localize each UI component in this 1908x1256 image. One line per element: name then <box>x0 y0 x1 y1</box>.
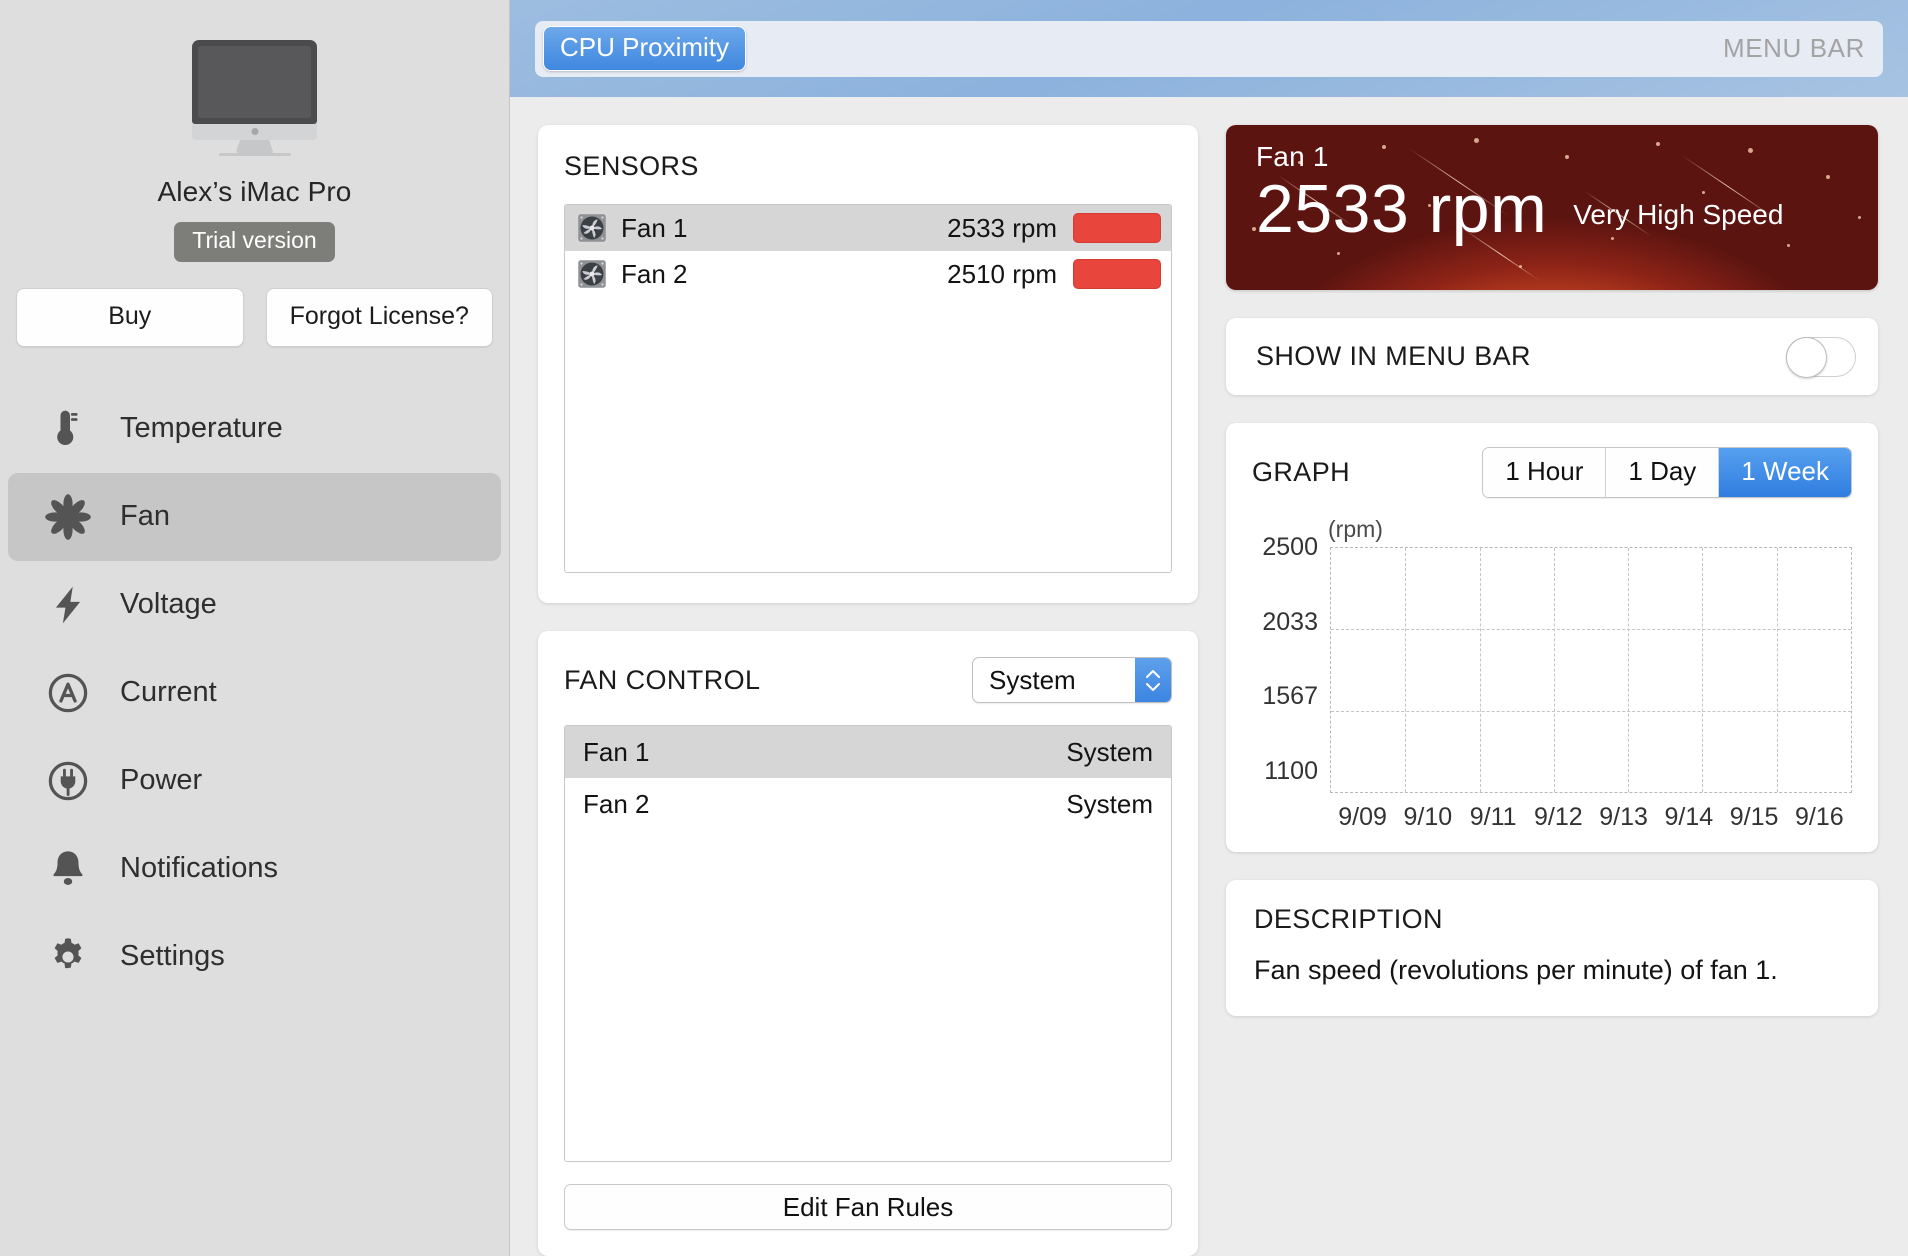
fan-icon <box>577 259 607 289</box>
range-1-hour[interactable]: 1 Hour <box>1483 448 1607 497</box>
sensor-level-bar <box>1073 213 1161 243</box>
range-1-day[interactable]: 1 Day <box>1606 448 1720 497</box>
trial-badge: Trial version <box>174 222 335 262</box>
sidebar-item-power[interactable]: Power <box>8 737 501 825</box>
stepper-chevrons-icon[interactable] <box>1135 658 1171 702</box>
x-tick: 9/12 <box>1534 803 1583 831</box>
x-tick: 9/10 <box>1403 803 1453 831</box>
table-row[interactable]: Fan 2 System <box>565 778 1171 830</box>
power-plug-icon <box>36 749 100 813</box>
sidebar-nav: Temperature Fan Voltage Current Power No… <box>0 385 509 1001</box>
x-tick: 9/14 <box>1664 803 1714 831</box>
fan-name: Fan 2 <box>583 788 650 819</box>
fan-name: Fan 1 <box>583 736 650 767</box>
time-range-segmented-control[interactable]: 1 Hour 1 Day 1 Week <box>1482 447 1852 498</box>
x-tick: 9/15 <box>1729 803 1779 831</box>
forgot-license-button[interactable]: Forgot License? <box>265 287 493 347</box>
content-area: SENSORS Fan 1 2533 rpm Fan 2 2510 rpm FA… <box>510 97 1908 1256</box>
sensor-name: Fan 1 <box>621 212 688 243</box>
fan-icon <box>36 485 100 549</box>
sensors-list[interactable]: Fan 1 2533 rpm Fan 2 2510 rpm <box>564 204 1172 573</box>
sidebar-item-label: Power <box>120 764 203 797</box>
fan-mode: System <box>1066 788 1153 819</box>
sensors-title: SENSORS <box>564 151 699 181</box>
sidebar-item-label: Temperature <box>120 412 283 445</box>
fan-hero-card: Fan 1 2533 rpm Very High Speed <box>1226 125 1878 290</box>
bolt-icon <box>36 573 100 637</box>
y-tick: 2033 <box>1262 607 1318 636</box>
sensor-name: Fan 2 <box>621 258 688 289</box>
description-text: Fan speed (revolutions per minute) of fa… <box>1254 955 1778 985</box>
graph-header: GRAPH 1 Hour 1 Day 1 Week <box>1252 447 1852 498</box>
sidebar: Alex’s iMac Pro Trial version Buy Forgot… <box>0 0 510 1256</box>
table-row[interactable]: Fan 1 System <box>565 726 1171 778</box>
sidebar-item-voltage[interactable]: Voltage <box>8 561 501 649</box>
range-1-week[interactable]: 1 Week <box>1719 448 1851 497</box>
fan-icon <box>577 213 607 243</box>
thermometer-icon <box>36 397 100 461</box>
graph-plot-wrap: 2500 2033 1567 1100 <box>1252 535 1852 793</box>
sidebar-item-fan[interactable]: Fan <box>8 472 501 561</box>
menubar-right-label: MENU BAR <box>1722 33 1865 63</box>
fan-mode-value: System <box>989 664 1076 695</box>
x-tick: 9/11 <box>1469 803 1517 831</box>
hero-status-label: Very High Speed <box>1573 199 1784 231</box>
fan-control-list[interactable]: Fan 1 System Fan 2 System <box>564 725 1172 1162</box>
show-in-menu-bar-toggle[interactable] <box>1786 336 1856 378</box>
sidebar-item-label: Voltage <box>120 588 217 621</box>
license-buttons: Buy Forgot License? <box>16 287 493 347</box>
sensor-level-bar <box>1073 259 1161 289</box>
sidebar-item-temperature[interactable]: Temperature <box>8 385 501 473</box>
y-tick: 2500 <box>1262 533 1318 561</box>
y-tick: 1100 <box>1264 756 1318 785</box>
main-content: CPU Proximity MENU BAR SENSORS Fan 1 253… <box>510 0 1908 1256</box>
bell-icon <box>36 837 100 901</box>
graph-unit-label: (rpm) <box>1328 516 1383 542</box>
sidebar-item-label: Settings <box>120 940 225 973</box>
edit-fan-rules-button[interactable]: Edit Fan Rules <box>564 1184 1172 1230</box>
description-title: DESCRIPTION <box>1254 904 1443 934</box>
fan-control-title: FAN CONTROL <box>564 664 761 695</box>
fan-control-card: FAN CONTROL System Fan 1 System Fan 2 Sy… <box>538 631 1198 1256</box>
x-tick: 9/13 <box>1599 803 1648 831</box>
description-card: DESCRIPTION Fan speed (revolutions per m… <box>1226 880 1878 1016</box>
hero-value: 2533 rpm <box>1256 171 1548 247</box>
sensor-value: 2533 rpm <box>947 212 1057 243</box>
graph-y-axis: 2500 2033 1567 1100 <box>1252 533 1330 785</box>
left-column: SENSORS Fan 1 2533 rpm Fan 2 2510 rpm FA… <box>538 125 1198 1256</box>
right-column: Fan 1 2533 rpm Very High Speed SHOW IN M… <box>1226 125 1878 1256</box>
graph-title: GRAPH <box>1252 457 1351 487</box>
x-tick: 9/09 <box>1338 803 1387 831</box>
sensor-value: 2510 rpm <box>947 258 1057 289</box>
sensors-card: SENSORS Fan 1 2533 rpm Fan 2 2510 rpm <box>538 125 1198 603</box>
fan-mode: System <box>1066 736 1153 767</box>
graph-plot-area[interactable] <box>1330 547 1852 793</box>
gear-icon <box>36 925 100 989</box>
y-tick: 1567 <box>1262 682 1318 711</box>
graph-x-axis: 9/09 9/10 9/11 9/12 9/13 9/14 9/15 9/16 <box>1330 803 1852 832</box>
graph-card: GRAPH 1 Hour 1 Day 1 Week (rpm) 2500 203… <box>1226 423 1878 852</box>
ampere-circle-icon <box>36 661 100 725</box>
sensor-chip-cpu-proximity[interactable]: CPU Proximity <box>543 26 747 71</box>
x-tick: 9/16 <box>1795 803 1844 831</box>
menubar-preview-field[interactable]: CPU Proximity MENU BAR <box>535 20 1883 77</box>
show-in-menu-bar-card: SHOW IN MENU BAR <box>1226 318 1878 395</box>
sidebar-item-notifications[interactable]: Notifications <box>8 825 501 913</box>
table-row[interactable]: Fan 2 2510 rpm <box>565 251 1171 297</box>
sidebar-item-label: Current <box>120 676 217 709</box>
show-in-menu-bar-label: SHOW IN MENU BAR <box>1256 341 1531 371</box>
fan-mode-select[interactable]: System <box>972 657 1172 703</box>
sidebar-item-label: Fan <box>120 500 170 533</box>
toggle-knob <box>1786 336 1827 378</box>
sidebar-item-settings[interactable]: Settings <box>8 913 501 1001</box>
sidebar-item-current[interactable]: Current <box>8 649 501 737</box>
sidebar-item-label: Notifications <box>120 852 278 885</box>
buy-button[interactable]: Buy <box>16 287 244 347</box>
fan-control-header: FAN CONTROL System <box>564 657 1172 703</box>
device-name: Alex’s iMac Pro <box>157 176 352 207</box>
app-window: Alex’s iMac Pro Trial version Buy Forgot… <box>0 0 1908 1256</box>
table-row[interactable]: Fan 1 2533 rpm <box>565 205 1171 251</box>
menubar-strip: CPU Proximity MENU BAR <box>510 0 1908 97</box>
imac-icon <box>192 40 317 156</box>
